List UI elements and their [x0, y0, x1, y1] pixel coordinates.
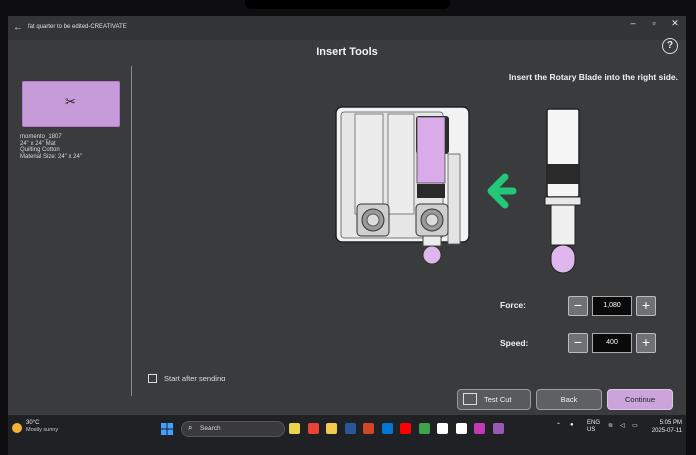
clock-date: 2025-07-11: [651, 428, 682, 434]
screen-bezel-left: [0, 0, 8, 455]
windows-taskbar: 30°C Mostly sunny ⌕ Search ⌃ ● ENG US ≋ …: [8, 415, 686, 455]
sun-icon[interactable]: [12, 423, 22, 433]
search-icon: ⌕: [188, 423, 193, 432]
search-label: Search: [200, 425, 221, 432]
taskbar-app-icon[interactable]: [381, 423, 393, 434]
scissors-icon: ✂: [65, 94, 76, 109]
taskbar-app-icon[interactable]: [326, 423, 337, 434]
region-code: US: [587, 427, 596, 433]
taskbar-app-icon[interactable]: [492, 423, 504, 434]
taskbar-app-icon[interactable]: [363, 423, 374, 434]
weather-condition: Mostly sunny: [26, 427, 59, 433]
rotary-blade-tool-illustration: [544, 108, 582, 274]
taskbar-app-icon[interactable]: [307, 423, 319, 434]
start-after-sending-label: Start after sending: [164, 374, 226, 381]
right-slot-highlight: [416, 116, 446, 184]
force-decrease-button[interactable]: −: [568, 296, 588, 316]
screen-bezel-right: [686, 0, 696, 455]
material-size: Material Size: 24" x 24": [20, 153, 82, 160]
restore-button[interactable]: ▫: [644, 18, 664, 32]
app-window: ← fat quarter to be edited-CREATIVATE – …: [8, 16, 686, 415]
taskbar-app-icon[interactable]: [344, 423, 356, 434]
material-info: momento_1807 24" x 24" Mat Quilting Cott…: [20, 134, 82, 160]
mat-preview-card[interactable]: ✂: [22, 81, 120, 127]
minimize-button[interactable]: –: [623, 18, 643, 32]
instruction-text: Insert the Rotary Blade into the right s…: [508, 72, 678, 82]
volume-icon[interactable]: ◁: [620, 422, 625, 429]
system-clock[interactable]: 5:05 PM 2025-07-11: [652, 419, 682, 435]
close-button[interactable]: ✕: [665, 18, 685, 32]
taskbar-app-icon[interactable]: [455, 423, 467, 434]
windows-start-icon[interactable]: [161, 423, 173, 435]
back-arrow-icon[interactable]: ←: [13, 22, 23, 33]
taskbar-app-icon[interactable]: [418, 423, 430, 434]
test-cut-button[interactable]: Test Cut: [457, 389, 531, 410]
chevron-up-icon[interactable]: ⌃: [556, 422, 561, 429]
speed-label: Speed:: [500, 338, 529, 348]
speed-value[interactable]: 400: [592, 333, 632, 353]
force-stepper: − 1,080 +: [568, 296, 656, 316]
start-after-sending-checkbox[interactable]: [148, 374, 157, 383]
machine-carriage-illustration: [335, 106, 470, 265]
tool-insertion-diagram: [335, 106, 582, 274]
taskbar-search-box[interactable]: ⌕ Search: [181, 421, 285, 437]
camera-notch: [245, 0, 450, 9]
clock-time: 5:05 PM: [659, 420, 682, 426]
speed-stepper: − 400 +: [568, 333, 656, 353]
sidebar-divider: [131, 66, 132, 396]
taskbar-app-icon[interactable]: [289, 423, 300, 434]
continue-button[interactable]: Continue: [607, 389, 673, 410]
speed-decrease-button[interactable]: −: [568, 333, 588, 353]
taskbar-app-icon[interactable]: [474, 423, 485, 434]
force-increase-button[interactable]: +: [636, 296, 656, 316]
speed-increase-button[interactable]: +: [636, 333, 656, 353]
window-title: fat quarter to be edited-CREATIVATE: [28, 24, 127, 30]
test-cut-icon: [463, 393, 477, 405]
force-value[interactable]: 1,080: [592, 296, 632, 316]
green-arrow-icon: [487, 173, 517, 209]
taskbar-app-icon[interactable]: [400, 423, 411, 434]
language-code: ENG: [587, 420, 601, 426]
test-cut-label: Test Cut: [484, 395, 512, 404]
network-icon[interactable]: ●: [570, 422, 574, 428]
language-indicator[interactable]: ENG US: [587, 420, 600, 434]
wifi-icon[interactable]: ≋: [608, 422, 613, 429]
back-button[interactable]: Back: [536, 389, 602, 410]
page-title: Insert Tools: [316, 46, 378, 58]
battery-icon[interactable]: ▭: [632, 422, 638, 429]
weather-temperature: 30°C: [26, 420, 40, 426]
force-label: Force:: [500, 300, 526, 310]
taskbar-app-icon[interactable]: [437, 423, 448, 434]
title-bar: ← fat quarter to be edited-CREATIVATE – …: [8, 16, 686, 40]
